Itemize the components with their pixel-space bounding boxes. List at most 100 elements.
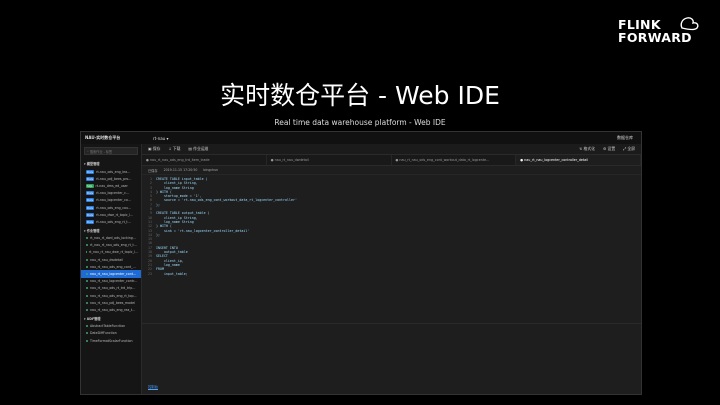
sidebar-item-label: nau_rt_nau_ods_eng_rt_top...: [90, 293, 137, 298]
squirrel-icon: [680, 17, 699, 31]
sidebar-item[interactable]: nau_rt_nau_pdj_bees_model: [81, 299, 141, 306]
sidebar-item[interactable]: DAG rt-nau_pdj_bees_pro...: [81, 175, 141, 182]
sidebar-item-label: nau_rt_nau_ods_eng_cont_...: [90, 264, 136, 269]
console-tab[interactable]: 控制台: [148, 384, 158, 390]
status-dot-icon: [86, 251, 87, 254]
code-text: );: [156, 202, 160, 207]
status-dot-icon: [86, 273, 88, 276]
sidebar-item[interactable]: DateDiffFunction: [81, 330, 141, 337]
format-button[interactable]: ↯ 格式化: [579, 146, 595, 152]
status-dot-icon: [86, 265, 88, 268]
sidebar-item-label: rt-nau_ods_eng_rt_t...: [96, 219, 131, 224]
type-badge: DAG: [86, 191, 95, 196]
sidebar-item-label: nau_rt_nau_ods_eng_rea_t...: [90, 307, 136, 312]
sidebar-item[interactable]: nau_rt_nau_ods_eng_cont_...: [81, 263, 141, 270]
download-button[interactable]: ↓ 下载: [168, 146, 180, 152]
code-text: source = 'rt-nau_ods_eng_cont_workout_da…: [156, 198, 297, 203]
status-dot-icon: [86, 294, 88, 297]
sidebar-section-header[interactable]: ▾ 作业管理: [81, 226, 141, 235]
settings-button[interactable]: ⚙ 设置: [603, 146, 615, 152]
sidebar-item[interactable]: DAG rt-nau_dwe_rt_topic_l...: [81, 211, 141, 218]
sidebar-search-input[interactable]: ⌕ 搜索作业 - 标签: [84, 147, 138, 155]
type-badge: DAG: [86, 212, 95, 217]
save-info: 已保存 2019-11-15 17:20:50 bingchun: [142, 166, 641, 175]
code-text: input_table;: [156, 271, 188, 276]
save-status: 已保存: [148, 168, 158, 173]
sidebar-item-label: rt_nau_rt_nau_ods_eng_rt_t...: [90, 243, 137, 248]
tab-2[interactable]: ● nau_rt_nau_ods_eng_cont_workout_data_r…: [392, 155, 517, 165]
sidebar-item-label: nau_rt_nau_logcenter_contr...: [90, 279, 138, 284]
save-button[interactable]: ▣ 保存: [148, 146, 160, 152]
status-dot-icon: [86, 325, 88, 328]
sidebar-item-label: rt-nau_logcenter_c...: [96, 191, 129, 196]
code-text: sink = 'rt-nau_logcenter_controller_deta…: [156, 228, 250, 233]
sidebar-item[interactable]: nau_rt_nau_ods_rt_trd_trip...: [81, 285, 141, 292]
sidebar-item-label: rt_nau_rt_dwd_ods_locking...: [90, 236, 136, 241]
job-ops-button[interactable]: ▤ 作业运维: [188, 146, 208, 152]
user-name[interactable]: 数据仓库: [617, 135, 641, 141]
sidebar-item-label: rt-nau_ods_eng_lea...: [96, 169, 131, 174]
editor-tabs: ● nau_rt_nau_ods_eng_trd_item_trade ● na…: [142, 155, 641, 166]
save-time: 2019-11-15 17:20:50: [163, 168, 198, 172]
status-dot-icon: [86, 308, 88, 311]
sidebar-item[interactable]: AbstractTableFunction: [81, 323, 141, 330]
sidebar: ⌕ 搜索作业 - 标签 ▾ 模型管理 DAG rt-nau_ods_eng_lea.…: [81, 144, 142, 394]
project-selector[interactable]: rt-nau ▾: [143, 136, 617, 141]
sidebar-item[interactable]: nau_rt_nau_logcenter_contr...: [81, 278, 141, 285]
type-badge: SQL: [86, 183, 94, 188]
sidebar-item[interactable]: DAG rt-nau_logcenter_c...: [81, 190, 141, 197]
status-dot-icon: [86, 287, 88, 290]
status-dot-icon: [86, 244, 88, 247]
sidebar-item-label: DateDiffFunction: [90, 331, 117, 336]
sidebar-item-label: rt_nau_rt_nau_dwe_rt_topic_l...: [88, 250, 138, 255]
app-name: NAU-实时数仓平台: [85, 135, 121, 140]
search-placeholder: 搜索作业 - 标签: [89, 149, 113, 154]
type-badge: DAG: [86, 169, 95, 174]
sidebar-item-label: TimeFormatScalarFunction: [90, 338, 133, 343]
sidebar-item[interactable]: DAG rt-nau_ods_eng_rt_t...: [81, 218, 141, 225]
sidebar-item[interactable]: TimeFormatScalarFunction: [81, 337, 141, 344]
status-dot-icon: [86, 280, 88, 283]
status-dot-icon: [86, 332, 88, 335]
sidebar-item-label: rt-nau_logcenter_co...: [96, 198, 131, 203]
tab-1[interactable]: ● nau_rt_nau_dwdetail: [267, 155, 392, 165]
web-ide-screenshot: NAU-实时数仓平台 rt-nau ▾ 数据仓库 ⌕ 搜索作业 - 标签 ▾ 模…: [80, 131, 642, 395]
sidebar-item[interactable]: nau_rt_nau_ods_eng_rea_t...: [81, 306, 141, 313]
type-badge: DAG: [86, 176, 95, 181]
type-badge: DAG: [86, 198, 95, 203]
sidebar-item-label: nau_rt_nau_dwdetail: [90, 257, 123, 262]
tab-3-active[interactable]: ● nau_rt_nau_logcenter_controller_detail: [516, 155, 641, 165]
main-panel: ▣ 保存 ↓ 下载 ▤ 作业运维 ↯ 格式化 ⚙ 设置 ⤢ 全屏 ● nau_r…: [142, 144, 641, 394]
sidebar-item[interactable]: rt_nau_rt_nau_dwe_rt_topic_l...: [81, 249, 141, 256]
sidebar-item[interactable]: nau_rt_nau_dwdetail: [81, 256, 141, 263]
ide-topbar: NAU-实时数仓平台 rt-nau ▾ 数据仓库: [81, 132, 641, 144]
code-line: 23 input_table;: [142, 272, 641, 276]
status-dot-icon: [86, 237, 88, 240]
sidebar-item[interactable]: rt_nau_rt_nau_ods_eng_rt_t...: [81, 242, 141, 249]
sidebar-item-label: AbstractTableFunction: [90, 324, 126, 329]
sidebar-item-label: nau_rt_nau_ods_rt_trd_trip...: [90, 286, 136, 291]
sidebar-item-label: rt-nau_pdj_bees_pro...: [96, 176, 132, 181]
editor-toolbar: ▣ 保存 ↓ 下载 ▤ 作业运维 ↯ 格式化 ⚙ 设置 ⤢ 全屏: [142, 144, 641, 155]
status-dot-icon: [86, 301, 88, 304]
sidebar-item[interactable]: nau_rt_nau_logcenter_cont...: [81, 270, 141, 278]
status-dot-icon: [86, 339, 88, 342]
sidebar-item[interactable]: DAG rt-nau_ods_eng_lea...: [81, 168, 141, 175]
fullscreen-button[interactable]: ⤢ 全屏: [623, 146, 635, 152]
code-text: );: [156, 232, 160, 237]
sidebar-item-label: rt-nau_dwe_rt_topic_l...: [96, 212, 134, 217]
console-panel: 控制台: [142, 324, 641, 394]
status-dot-icon: [86, 258, 88, 261]
tab-0[interactable]: ● nau_rt_nau_ods_eng_trd_item_trade: [142, 155, 267, 165]
sidebar-section-header[interactable]: ▾ 模型管理: [81, 159, 141, 168]
sidebar-item[interactable]: SQL rt-nau_dms_ed_user: [81, 182, 141, 189]
sidebar-item[interactable]: DAG rt-nau_logcenter_co...: [81, 197, 141, 204]
owner: bingchun: [203, 168, 219, 172]
sidebar-section-header[interactable]: ▾ UDF管理: [81, 314, 141, 323]
sidebar-item-label: nau_rt_nau_pdj_bees_model: [90, 300, 135, 305]
code-editor[interactable]: 1 CREATE TABLE input_table (2 client_ip S…: [142, 175, 641, 324]
sidebar-item[interactable]: rt_nau_rt_dwd_ods_locking...: [81, 235, 141, 242]
sidebar-item[interactable]: nau_rt_nau_ods_eng_rt_top...: [81, 292, 141, 299]
type-badge: DAG: [86, 205, 95, 210]
sidebar-item[interactable]: DAG rt-nau_ods_eng_cou...: [81, 204, 141, 211]
